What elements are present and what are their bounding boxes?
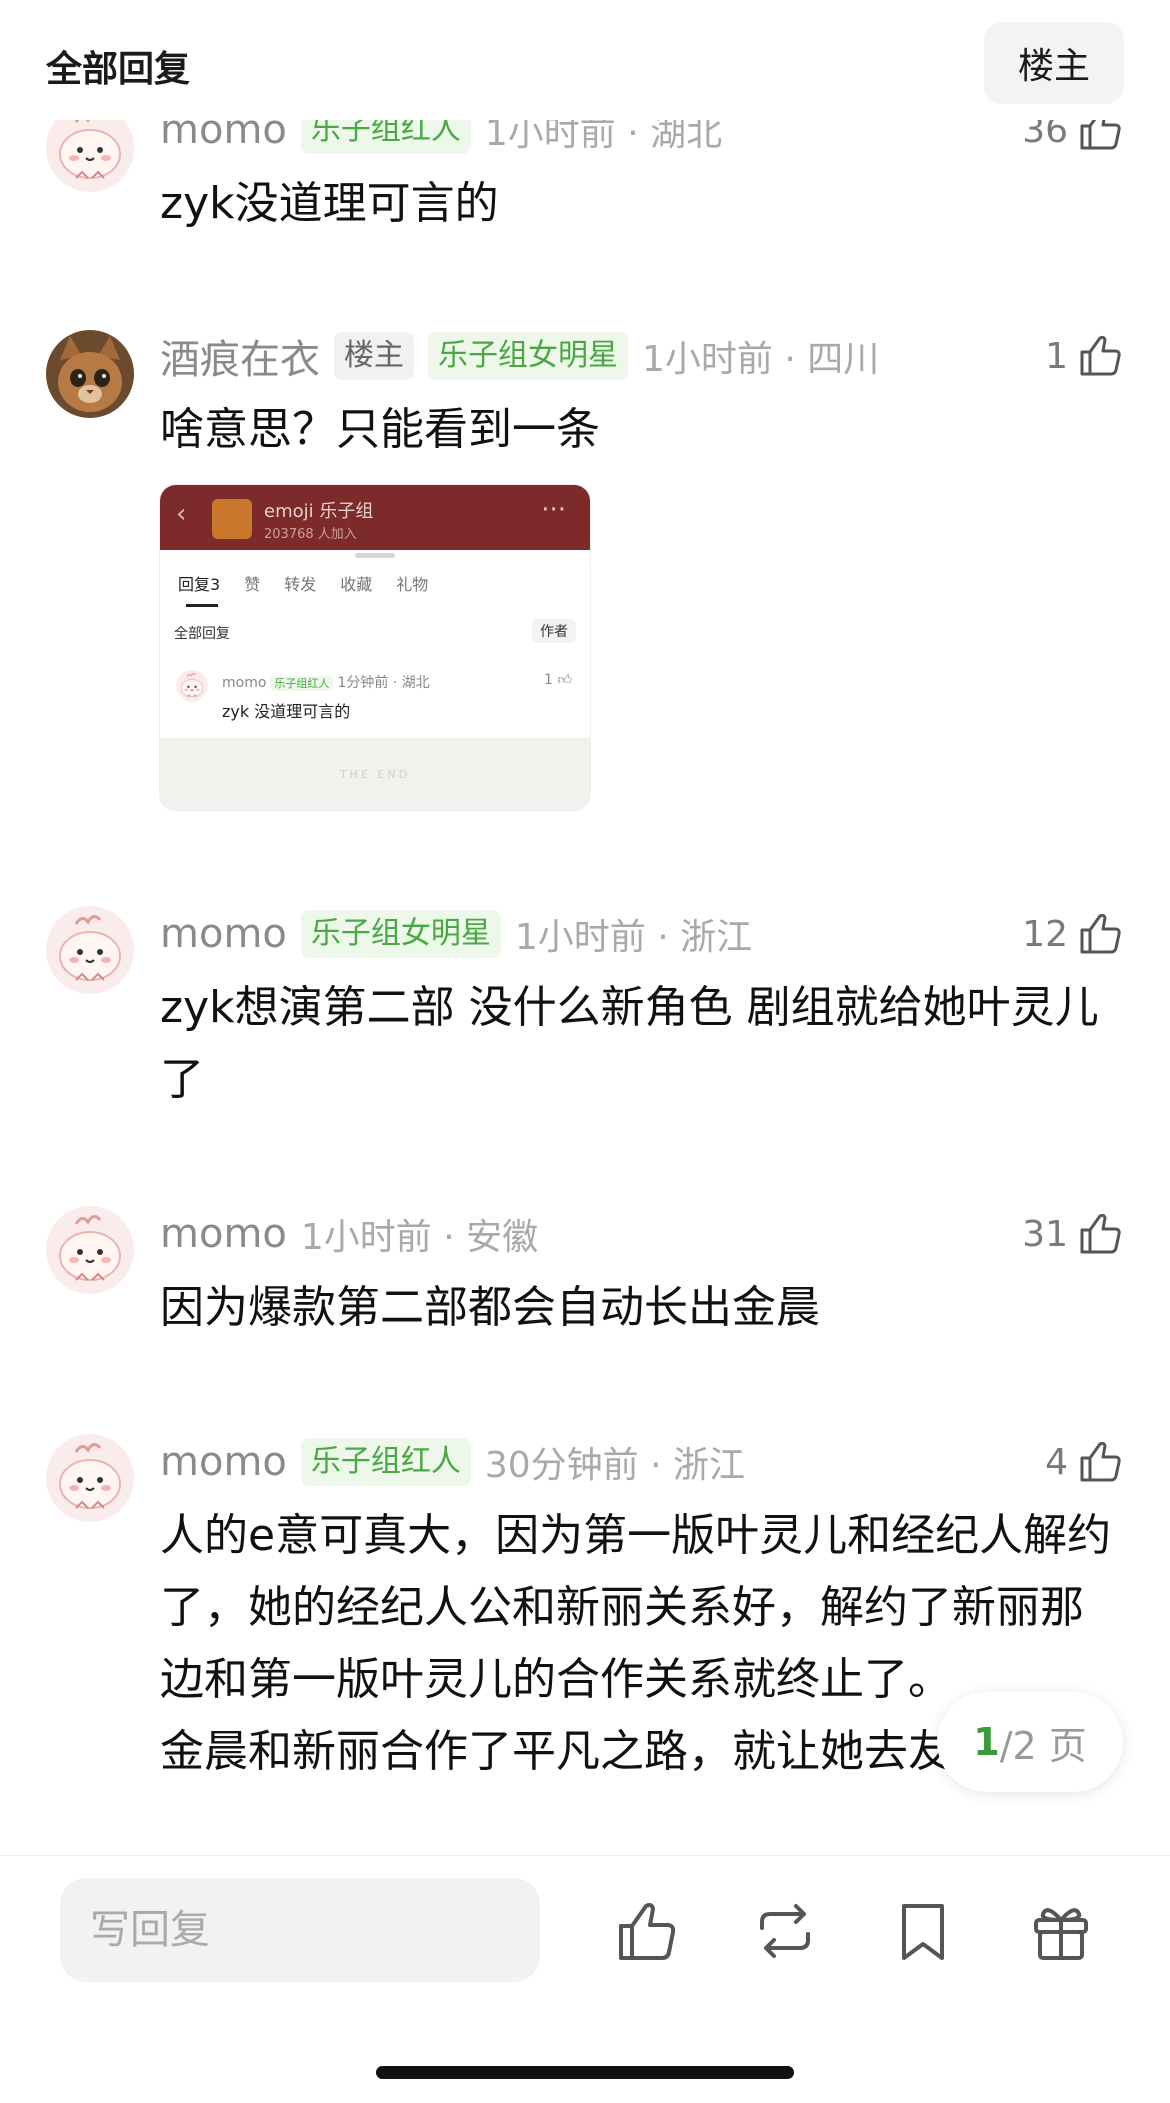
page-title: 全部回复 <box>46 49 191 90</box>
like-count: 1 <box>1045 335 1068 377</box>
shot-tab: 回复3 <box>178 575 221 594</box>
shot-text: zyk 没道理可言的 <box>222 702 351 721</box>
total-pages: /2 页 <box>999 1723 1087 1768</box>
like-button[interactable]: 12 <box>1022 910 1124 958</box>
home-indicator <box>376 2066 794 2079</box>
thumbs-up-icon <box>1076 1438 1124 1486</box>
like-count: 12 <box>1022 913 1068 955</box>
like-button[interactable]: 1 <box>1045 332 1124 380</box>
shot-all-replies: 全部回复 <box>174 626 230 642</box>
avatar-momo-icon <box>46 1434 134 1522</box>
group-members: 203768 人加入 <box>264 527 357 542</box>
avatar-momo-icon <box>46 906 134 994</box>
shot-tab: 收藏 <box>340 575 373 594</box>
avatar[interactable] <box>46 906 134 994</box>
shot-badge: 乐子组红人 <box>270 676 334 691</box>
username[interactable]: 酒痕在衣 <box>160 327 320 385</box>
comment-text: 啥意思？只能看到一条 <box>160 404 600 455</box>
comment-time: 1小时前 · 浙江 <box>514 917 753 958</box>
thumbs-up-icon <box>1076 910 1124 958</box>
username[interactable]: momo <box>160 911 287 957</box>
screenshot-tabs: 回复3 赞 转发 收藏 礼物 <box>178 571 428 595</box>
like-button[interactable]: 4 <box>1045 1438 1124 1486</box>
comment-list[interactable]: momo 乐子组红人 1小时前 · 湖北 36 zyk没道理可言的 酒痕在衣 楼… <box>0 0 1170 1855</box>
like-count: 4 <box>1045 1441 1068 1483</box>
bookmark-icon[interactable] <box>888 1896 958 1966</box>
comment-text: zyk没道理可言的 <box>160 178 499 229</box>
avatar-momo-icon <box>46 1206 134 1294</box>
group-name: emoji 乐子组 <box>264 501 374 522</box>
shot-author-button: 作者 <box>532 619 576 643</box>
op-tag: 楼主 <box>334 332 414 380</box>
shot-like-count: 1 <box>543 672 553 688</box>
thumbs-up-icon <box>1076 332 1124 380</box>
shot-tab: 礼物 <box>396 575 429 594</box>
user-badge: 乐子组女明星 <box>300 910 501 958</box>
username[interactable]: momo <box>160 1211 287 1257</box>
thumbs-up-icon[interactable] <box>612 1896 682 1966</box>
avatar[interactable] <box>46 1434 134 1522</box>
tab-underline <box>186 604 218 607</box>
comment-text: zyk想演第二部 没什么新角色 剧组就给她叶灵儿了 <box>160 982 1099 1105</box>
user-badge: 乐子组女明星 <box>428 332 628 380</box>
shot-time: 1分钟前 · 湖北 <box>337 675 430 691</box>
comment-time: 1小时前 · 安徽 <box>300 1217 539 1258</box>
repost-icon[interactable] <box>750 1896 820 1966</box>
page-indicator[interactable]: 1/2 页 <box>937 1692 1123 1792</box>
the-end-label: THE END <box>160 738 590 810</box>
avatar[interactable] <box>46 1206 134 1294</box>
user-badge: 乐子组红人 <box>300 1438 471 1486</box>
shot-username: momo <box>222 675 267 691</box>
shot-tab: 转发 <box>284 575 317 594</box>
op-filter-button[interactable]: 楼主 <box>984 22 1124 104</box>
username[interactable]: momo <box>160 1439 287 1485</box>
avatar-momo-icon <box>176 670 208 702</box>
current-page: 1 <box>973 1720 1000 1764</box>
screenshot-header: ‹ emoji 乐子组 203768 人加入 ··· <box>160 485 590 550</box>
thumbs-up-icon <box>1076 1210 1124 1258</box>
reply-input[interactable] <box>60 1878 540 1982</box>
gift-icon[interactable] <box>1026 1896 1096 1966</box>
group-logo <box>212 499 252 539</box>
shot-like: 1 👍︎ <box>543 672 572 688</box>
comment-time: 30分钟前 · 浙江 <box>484 1445 746 1486</box>
more-icon: ··· <box>541 495 566 525</box>
comment-text: 因为爆款第二部都会自动长出金晨 <box>160 1282 820 1333</box>
like-button[interactable]: 31 <box>1022 1210 1124 1258</box>
drag-handle <box>355 553 395 558</box>
comment-time: 1小时前 · 四川 <box>642 339 880 380</box>
shot-meta: momo 乐子组红人 1分钟前 · 湖北 <box>222 672 430 692</box>
back-icon: ‹ <box>176 499 187 529</box>
shot-avatar <box>176 670 208 702</box>
avatar-cat-icon <box>46 330 134 418</box>
like-count: 31 <box>1022 1213 1068 1255</box>
comment-image[interactable]: ‹ emoji 乐子组 203768 人加入 ··· 回复3 赞 转发 收藏 礼… <box>160 485 590 810</box>
bottom-action-bar <box>0 1855 1170 2103</box>
shot-tab: 赞 <box>244 575 261 594</box>
avatar[interactable] <box>46 330 134 418</box>
top-bar: 全部回复 楼主 <box>0 0 1170 120</box>
